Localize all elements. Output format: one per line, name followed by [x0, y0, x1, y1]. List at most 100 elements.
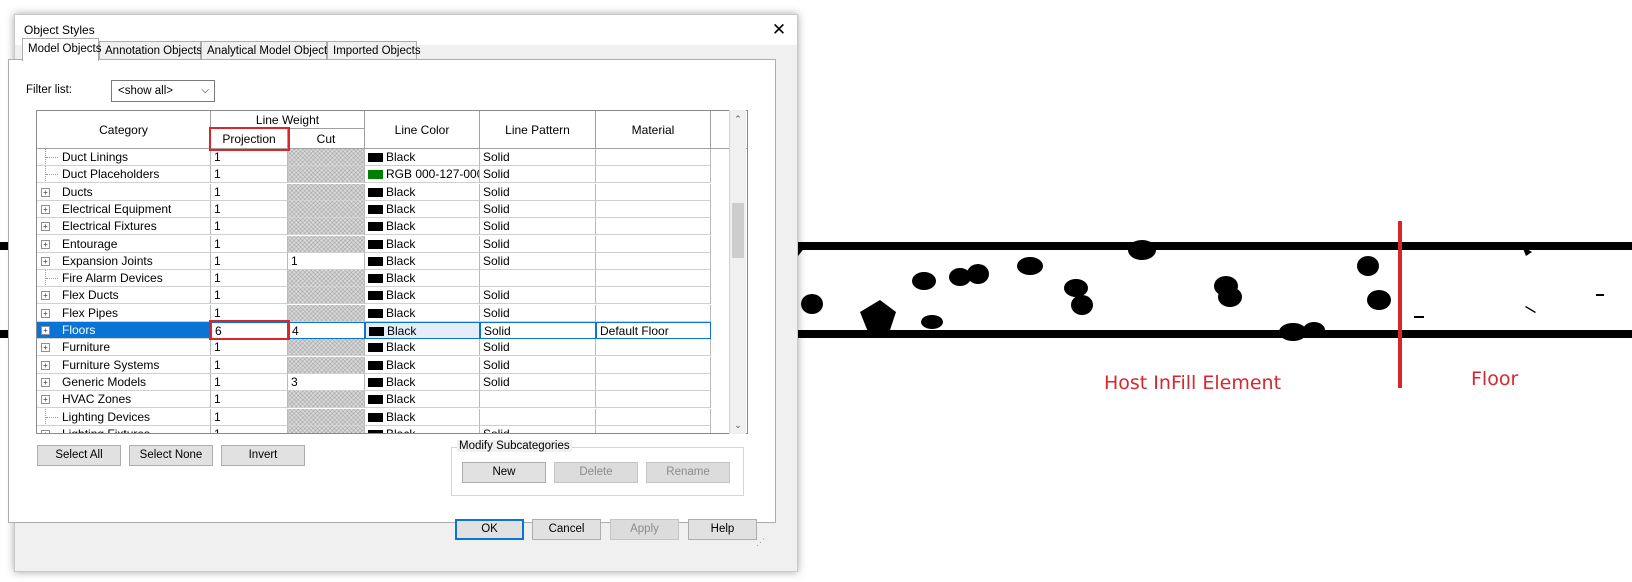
- line-pattern-cell[interactable]: [480, 391, 596, 409]
- table-row[interactable]: + Expansion Joints 1 1 Black Solid: [37, 252, 711, 270]
- line-pattern-cell[interactable]: Solid: [480, 235, 596, 253]
- cut-cell[interactable]: [288, 166, 365, 184]
- material-cell[interactable]: [596, 183, 711, 201]
- material-cell[interactable]: [596, 252, 711, 270]
- projection-cell[interactable]: 1: [211, 287, 288, 305]
- tab-imported-objects[interactable]: Imported Objects: [327, 41, 421, 59]
- material-cell[interactable]: [596, 235, 711, 253]
- line-color-cell[interactable]: Black: [365, 287, 480, 305]
- expand-icon[interactable]: +: [41, 187, 50, 197]
- table-row[interactable]: Lighting Devices 1 Black: [37, 408, 711, 426]
- line-color-cell[interactable]: Black: [365, 391, 480, 409]
- table-row[interactable]: + Ducts 1 Black Solid: [37, 183, 711, 201]
- projection-cell[interactable]: 1: [211, 270, 288, 288]
- material-cell[interactable]: [596, 339, 711, 357]
- projection-cell[interactable]: 6: [211, 322, 288, 339]
- expand-icon[interactable]: +: [41, 291, 50, 301]
- table-row[interactable]: + Floors 6 4 Black Solid Default Floor: [37, 322, 711, 339]
- projection-cell[interactable]: 1: [211, 252, 288, 270]
- expand-icon[interactable]: +: [41, 343, 50, 353]
- projection-cell[interactable]: 1: [211, 391, 288, 409]
- line-pattern-cell[interactable]: Solid: [480, 287, 596, 305]
- line-pattern-cell[interactable]: Solid: [480, 304, 596, 322]
- expand-icon[interactable]: +: [41, 308, 50, 318]
- category-cell[interactable]: + Generic Models: [37, 373, 211, 391]
- select-none-button[interactable]: Select None: [129, 445, 213, 466]
- category-cell[interactable]: + Expansion Joints: [37, 252, 211, 270]
- filter-list-dropdown[interactable]: <show all> ⌵: [111, 80, 215, 102]
- header-category[interactable]: Category: [37, 111, 211, 149]
- header-projection[interactable]: Projection: [211, 129, 288, 149]
- material-cell[interactable]: [596, 304, 711, 322]
- category-cell[interactable]: + Furniture Systems: [37, 356, 211, 374]
- delete-button[interactable]: Delete: [554, 462, 638, 483]
- expand-icon[interactable]: +: [41, 395, 50, 405]
- scroll-up-icon[interactable]: ⌃: [730, 111, 746, 127]
- line-color-cell[interactable]: Black: [365, 304, 480, 322]
- scroll-thumb[interactable]: [732, 203, 744, 258]
- line-pattern-cell[interactable]: Solid: [480, 373, 596, 391]
- expand-icon[interactable]: +: [41, 256, 50, 266]
- cancel-button[interactable]: Cancel: [532, 519, 601, 540]
- material-cell[interactable]: [596, 287, 711, 305]
- cut-cell[interactable]: [288, 183, 365, 201]
- table-row[interactable]: + Furniture 1 Black Solid: [37, 339, 711, 357]
- material-cell[interactable]: [596, 149, 711, 166]
- line-pattern-cell[interactable]: Solid: [480, 356, 596, 374]
- cut-cell[interactable]: [288, 270, 365, 288]
- new-button[interactable]: New: [462, 462, 546, 483]
- projection-cell[interactable]: 1: [211, 304, 288, 322]
- expand-icon[interactable]: +: [41, 204, 50, 214]
- header-material[interactable]: Material: [596, 111, 711, 149]
- cut-cell[interactable]: 1: [288, 252, 365, 270]
- category-cell[interactable]: + Floors: [37, 322, 211, 339]
- line-color-cell[interactable]: Black: [365, 200, 480, 218]
- projection-cell[interactable]: 1: [211, 166, 288, 184]
- line-pattern-cell[interactable]: [480, 408, 596, 426]
- projection-cell[interactable]: 1: [211, 183, 288, 201]
- cut-cell[interactable]: [288, 339, 365, 357]
- cut-cell[interactable]: [288, 356, 365, 374]
- cut-cell[interactable]: 3: [288, 373, 365, 391]
- table-row[interactable]: Duct Placeholders 1 RGB 000-127-000 Solid: [37, 166, 711, 184]
- projection-cell[interactable]: 1: [211, 149, 288, 166]
- cut-cell[interactable]: [288, 149, 365, 166]
- material-cell[interactable]: [596, 218, 711, 236]
- apply-button[interactable]: Apply: [610, 519, 679, 540]
- cut-cell[interactable]: [288, 287, 365, 305]
- expand-icon[interactable]: +: [41, 360, 50, 370]
- category-cell[interactable]: + Electrical Fixtures: [37, 218, 211, 236]
- line-pattern-cell[interactable]: Solid: [480, 200, 596, 218]
- category-cell[interactable]: Duct Placeholders: [37, 166, 211, 184]
- table-row[interactable]: Duct Linings 1 Black Solid: [37, 149, 711, 166]
- expand-icon[interactable]: +: [41, 239, 50, 249]
- table-row[interactable]: + Lighting Fixtures 1 Black Solid: [37, 425, 711, 433]
- line-pattern-cell[interactable]: [480, 270, 596, 288]
- line-color-cell[interactable]: Black: [365, 373, 480, 391]
- table-row[interactable]: + Flex Ducts 1 Black Solid: [37, 287, 711, 305]
- line-color-cell[interactable]: Black: [365, 235, 480, 253]
- material-cell[interactable]: [596, 408, 711, 426]
- line-color-cell[interactable]: RGB 000-127-000: [365, 166, 480, 184]
- table-row[interactable]: + Electrical Equipment 1 Black Solid: [37, 200, 711, 218]
- table-scrollbar[interactable]: ⌃ ⌄: [729, 110, 746, 434]
- line-pattern-cell[interactable]: Solid: [480, 252, 596, 270]
- cut-cell[interactable]: [288, 304, 365, 322]
- material-cell[interactable]: Default Floor: [596, 322, 711, 339]
- help-button[interactable]: Help: [688, 519, 757, 540]
- line-color-cell[interactable]: Black: [365, 252, 480, 270]
- cut-cell[interactable]: [288, 425, 365, 433]
- line-color-cell[interactable]: Black: [365, 322, 480, 339]
- material-cell[interactable]: [596, 166, 711, 184]
- category-cell[interactable]: + HVAC Zones: [37, 391, 211, 409]
- projection-cell[interactable]: 1: [211, 339, 288, 357]
- line-color-cell[interactable]: Black: [365, 183, 480, 201]
- line-color-cell[interactable]: Black: [365, 408, 480, 426]
- line-pattern-cell[interactable]: Solid: [480, 218, 596, 236]
- header-cut[interactable]: Cut: [288, 129, 365, 149]
- line-color-cell[interactable]: Black: [365, 149, 480, 166]
- projection-cell[interactable]: 1: [211, 235, 288, 253]
- ok-button[interactable]: OK: [455, 519, 524, 540]
- tab-annotation-objects[interactable]: Annotation Objects: [99, 41, 202, 59]
- expand-icon[interactable]: +: [41, 222, 50, 232]
